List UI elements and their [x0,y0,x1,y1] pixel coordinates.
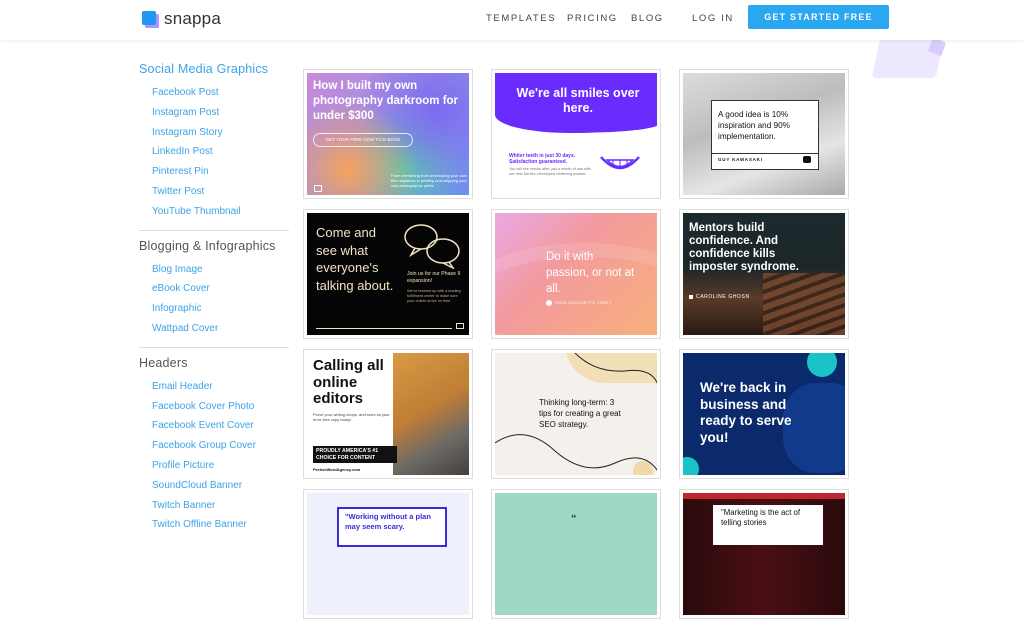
template-card-marketing[interactable]: "Marketing is the act of telling stories [679,489,849,619]
snappa-logo-icon [142,11,159,28]
template-author: ROSA NOUCHETTE CAREY [555,301,612,305]
sidebar-item-twitch-offline-banner[interactable]: Twitch Offline Banner [152,515,289,535]
cart-icon [456,323,464,329]
sidebar-item-blog-image[interactable]: Blog Image [152,260,289,280]
template-headline: Calling all online editors [313,357,384,407]
template-card-smiles[interactable]: We're all smiles over here. Whiter teeth… [491,69,661,199]
sidebar-item-ebook-cover[interactable]: eBook Cover [152,279,289,299]
template-card-seo-strategy[interactable]: Thinking long-term: 3 tips for creating … [491,349,661,479]
template-headline: Come and see what everyone's talking abo… [316,225,394,293]
template-card-online-editors[interactable]: Calling all online editors Prove your wr… [303,349,473,479]
sidebar-item-pinterest-pin[interactable]: Pinterest Pin [152,162,289,182]
template-site: PerfectWordAgency.com [313,467,361,472]
sidebar-item-instagram-story[interactable]: Instagram Story [152,123,289,143]
template-body: You will see results after just a month … [509,167,591,176]
sidebar-item-soundcloud-banner[interactable]: SoundCloud Banner [152,476,289,496]
template-category-sidebar: Social Media Graphics Facebook Post Inst… [139,62,289,535]
camera-icon [314,185,322,192]
red-light-strip [683,493,845,499]
sidebar-item-wattpad-cover[interactable]: Wattpad Cover [152,319,289,339]
template-card-back-in-business[interactable]: We're back in business and ready to serv… [679,349,849,479]
template-quote: "Marketing is the act of telling stories [721,508,801,527]
laptop-photo [393,353,469,475]
chat-bubble-icon [803,156,811,163]
template-card-teal-quote[interactable]: “ [491,489,661,619]
category-headers[interactable]: Headers [139,356,289,370]
template-card-good-idea[interactable]: A good idea is 10% inspiration and 90% i… [679,69,849,199]
quote-mark-icon: “ [571,513,577,525]
speech-bubbles-icon [404,224,460,269]
category-blogging-infographics[interactable]: Blogging & Infographics [139,239,289,253]
sidebar-item-facebook-post[interactable]: Facebook Post [152,83,289,103]
template-author: CAROLINE GHOSN [696,294,750,300]
sidebar-item-facebook-event-cover[interactable]: Facebook Event Cover [152,416,289,436]
template-headline: We're all smiles over here. [516,86,640,115]
nav-blog[interactable]: BLOG [631,13,664,24]
smile-teeth-icon [600,156,640,170]
logo-text: snappa [164,9,221,28]
template-body: We've teamed up with a leading fulfillme… [407,289,461,303]
decorative-circle [683,457,699,475]
template-card-passion[interactable]: Do it with passion, or not at all. ROSA … [491,209,661,339]
template-quote: "Working without a plan may seem scary. [345,512,431,531]
divider-line [316,328,452,329]
sidebar-divider [139,346,289,348]
snappa-logo[interactable]: snappa [142,9,221,29]
template-caption: From everything from developing your own… [391,173,467,188]
category-social-media-graphics[interactable]: Social Media Graphics [139,62,289,76]
template-card-working-plan[interactable]: "Working without a plan may seem scary. [303,489,473,619]
bullet-square [689,295,693,299]
nav-pricing[interactable]: PRICING [567,13,618,24]
template-text: Thinking long-term: 3 tips for creating … [539,398,621,429]
sidebar-item-twitter-post[interactable]: Twitter Post [152,182,289,202]
template-quote: Do it with passion, or not at all. [546,251,635,295]
template-headline: How I built my own photography darkroom … [313,80,459,122]
sidebar-item-email-header[interactable]: Email Header [152,377,289,397]
nav-templates[interactable]: TEMPLATES [486,13,556,24]
sidebar-divider [139,229,289,231]
sidebar-item-profile-picture[interactable]: Profile Picture [152,456,289,476]
template-subheadline: Whiter teeth in just 30 days. Satisfacti… [509,153,576,165]
template-quote: A good idea is 10% inspiration and 90% i… [718,110,790,141]
template-quote: Mentors build confidence. And confidence… [689,222,799,273]
sidebar-item-youtube-thumbnail[interactable]: YouTube Thumbnail [152,202,289,222]
sidebar-item-facebook-cover-photo[interactable]: Facebook Cover Photo [152,397,289,417]
quote-avatar-icon [546,300,552,306]
template-button: GET YOUR FREE HOW TO E-BOOK [313,133,413,147]
sidebar-item-facebook-group-cover[interactable]: Facebook Group Cover [152,436,289,456]
template-headline: We're back in business and ready to serv… [700,380,792,445]
template-side-text: Join us for our Phase II expansion! [407,271,461,284]
login-link[interactable]: LOG IN [692,13,734,24]
decorative-circle [807,353,837,377]
template-banner: PROUDLY AMERICA'S #1 CHOICE FOR CONTENT [313,446,397,463]
top-navigation-bar: snappa TEMPLATES PRICING BLOG LOG IN GET… [0,0,1024,40]
sidebar-item-infographic[interactable]: Infographic [152,299,289,319]
sidebar-item-instagram-post[interactable]: Instagram Post [152,103,289,123]
template-body: Prove your writing chops, and send us yo… [313,412,390,423]
sidebar-item-linkedin-post[interactable]: LinkedIn Post [152,142,289,162]
sidebar-item-twitch-banner[interactable]: Twitch Banner [152,496,289,516]
stairs-image [763,273,845,335]
template-card-come-and-see[interactable]: Come and see what everyone's talking abo… [303,209,473,339]
template-card-darkroom[interactable]: How I built my own photography darkroom … [303,69,473,199]
template-author: GUY KAWASAKI [718,157,763,162]
template-card-mentors[interactable]: Mentors build confidence. And confidence… [679,209,849,339]
get-started-free-button[interactable]: GET STARTED FREE [748,5,889,29]
